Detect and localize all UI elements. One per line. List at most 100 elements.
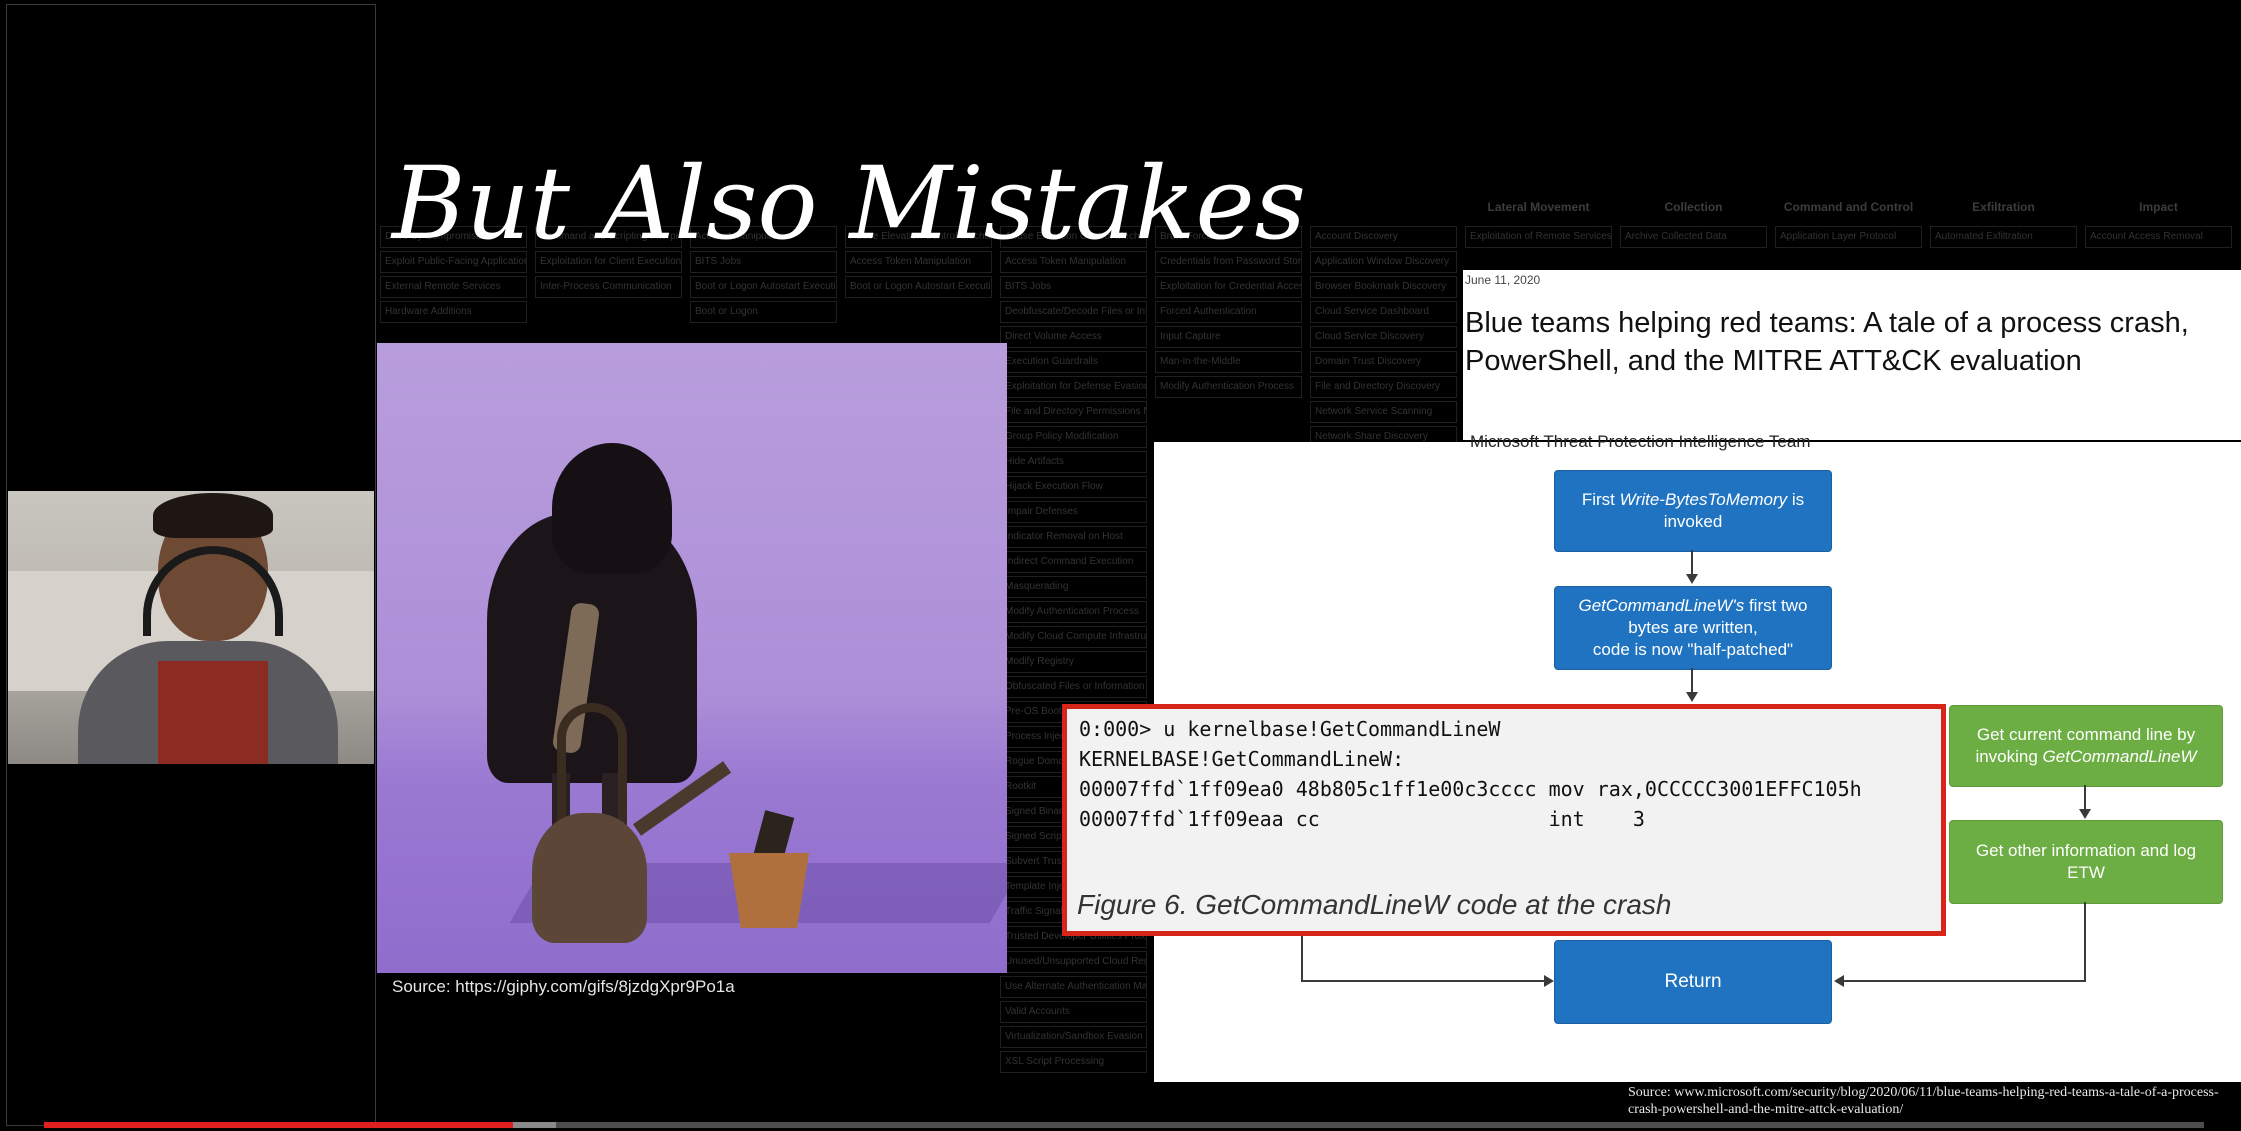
code-line: 00007ffd`1ff09ea0 48b805c1ff1e00c3cccc m… (1079, 777, 1862, 801)
matrix-technique: Impair Defenses (1000, 501, 1147, 523)
matrix-technique: Browser Bookmark Discovery (1310, 276, 1457, 298)
matrix-technique: BITS Jobs (1000, 276, 1147, 298)
matrix-technique: Archive Collected Data (1620, 226, 1767, 248)
matrix-technique: File and Directory Discovery (1310, 376, 1457, 398)
connector (1844, 980, 2086, 982)
flow-text: First (1581, 490, 1620, 509)
matrix-technique: Hijack Execution Flow (1000, 476, 1147, 498)
watering-can (532, 813, 647, 943)
figure-caption: Figure 6. GetCommandLineW code at the cr… (1077, 889, 1672, 920)
matrix-technique: Modify Cloud Compute Infrastructure (1000, 626, 1147, 648)
matrix-technique: Application Layer Protocol (1775, 226, 1922, 248)
matrix-technique: Modify Authentication Process (1155, 376, 1302, 398)
presenter-hair (153, 493, 273, 538)
connector (2084, 902, 2086, 982)
matrix-technique: Hardware Additions (380, 301, 527, 323)
flower-pot (729, 853, 809, 928)
reaper-watering-gif (377, 343, 1007, 973)
matrix-column: Lateral Movement Exploitation of Remote S… (1465, 200, 1612, 251)
blog-header-card: June 11, 2020 Blue teams helping red tea… (1463, 270, 2241, 440)
matrix-column: Collection Archive Collected Data (1620, 200, 1767, 251)
blog-title: Blue teams helping red teams: A tale of … (1465, 307, 2189, 377)
matrix-technique: Network Service Scanning (1310, 401, 1457, 423)
matrix-technique: Account Discovery (1310, 226, 1457, 248)
matrix-technique: Forced Authentication (1155, 301, 1302, 323)
matrix-technique: Exploitation for Defense Evasion (1000, 376, 1147, 398)
arrow (1686, 574, 1698, 584)
flow-step-log-etw: Get other information and log ETW (1949, 820, 2223, 904)
matrix-technique: Group Policy Modification (1000, 426, 1147, 448)
matrix-technique: Boot or Logon (690, 301, 837, 323)
slide-title: But Also Mistakes (392, 145, 1306, 262)
blog-source-caption: Source: www.microsoft.com/security/blog/… (1628, 1085, 2219, 1117)
matrix-technique: Modify Authentication Process (1000, 601, 1147, 623)
presenter-shirt (158, 661, 268, 764)
matrix-column: Exfiltration Automated Exfiltration (1930, 200, 2077, 251)
matrix-technique: Virtualization/Sandbox Evasion (1000, 1026, 1147, 1048)
code-line: KERNELBASE!GetCommandLineW: (1079, 747, 1405, 771)
connector (2084, 785, 2086, 811)
flow-step-get-command-line: Get current command line by invoking Get… (1949, 705, 2223, 787)
video-played-bar (44, 1122, 513, 1128)
code-line: 0:000> u kernelbase!GetCommandLineW (1079, 717, 1501, 741)
matrix-technique: Unused/Unsupported Cloud Regions (1000, 951, 1147, 973)
presenter-webcam (8, 491, 374, 764)
matrix-column: Impact Account Access Removal (2085, 200, 2232, 251)
arrow (2079, 809, 2091, 819)
matrix-column-header: Impact (2139, 200, 2178, 214)
crash-code-figure: 0:000> u kernelbase!GetCommandLineW KERN… (1062, 704, 1946, 936)
matrix-technique: File and Directory Permissions Modificat… (1000, 401, 1147, 423)
matrix-column: Command and Control Application Layer Pro… (1775, 200, 1922, 251)
matrix-column-header: Command and Control (1783, 200, 1914, 214)
flow-step-half-patched: GetCommandLineW's first two bytes are wr… (1554, 586, 1832, 670)
matrix-technique: Direct Volume Access (1000, 326, 1147, 348)
matrix-technique: Automated Exfiltration (1930, 226, 2077, 248)
matrix-technique: Domain Trust Discovery (1310, 351, 1457, 373)
matrix-technique: External Remote Services (380, 276, 527, 298)
flow-text-em: GetCommandLineW (2042, 747, 2197, 766)
matrix-column: Abuse Elevation Control MechanismAccess … (1000, 200, 1147, 1076)
matrix-technique: Valid Accounts (1000, 1001, 1147, 1023)
matrix-technique: Boot or Logon Autostart Execution (690, 276, 837, 298)
arrow (1834, 975, 1844, 987)
flow-text: code is now "half-patched" (1592, 640, 1794, 659)
flow-text: Get other information and log ETW (1975, 841, 2197, 882)
matrix-technique: Boot or Logon Autostart Execution (845, 276, 992, 298)
matrix-technique: Masquerading (1000, 576, 1147, 598)
matrix-technique: Exploitation of Remote Services (1465, 226, 1612, 248)
flow-text-em: GetCommandLineW's (1578, 596, 1745, 615)
matrix-column-header: Exfiltration (1972, 200, 2035, 214)
matrix-technique: Inter-Process Communication (535, 276, 682, 298)
reaper-hood (552, 443, 672, 573)
matrix-technique: XSL Script Processing (1000, 1051, 1147, 1073)
matrix-technique: Account Access Removal (2085, 226, 2232, 248)
matrix-technique: Obfuscated Files or Information (1000, 676, 1147, 698)
matrix-technique: Modify Registry (1000, 651, 1147, 673)
matrix-technique: Man-in-the-Middle (1155, 351, 1302, 373)
blog-date: June 11, 2020 (1465, 273, 1541, 287)
code-line: 00007ffd`1ff09eaa cc int 3 (1079, 807, 1645, 831)
matrix-column-header (1310, 200, 1457, 226)
matrix-column-header: Collection (1664, 200, 1723, 214)
matrix-technique: Input Capture (1155, 326, 1302, 348)
matrix-technique: Indicator Removal on Host (1000, 526, 1147, 548)
connector (1301, 980, 1546, 982)
matrix-column-header: Lateral Movement (1487, 200, 1590, 214)
matrix-technique: Cloud Service Discovery (1310, 326, 1457, 348)
connector (1691, 550, 1693, 576)
matrix-technique: Cloud Service Dashboard (1310, 301, 1457, 323)
video-progress-bar[interactable] (44, 1122, 2204, 1128)
matrix-technique: Indirect Command Execution (1000, 551, 1147, 573)
flow-step-write-bytes: First Write-BytesToMemory is invoked (1554, 470, 1832, 552)
connector (1691, 668, 1693, 694)
matrix-technique: Execution Guardrails (1000, 351, 1147, 373)
matrix-technique: Exploitation for Credential Access (1155, 276, 1302, 298)
matrix-technique: Application Window Discovery (1310, 251, 1457, 273)
matrix-technique: Use Alternate Authentication Material (1000, 976, 1147, 998)
flow-text-em: Write-BytesToMemory (1619, 490, 1788, 509)
matrix-technique: Deobfuscate/Decode Files or Information (1000, 301, 1147, 323)
arrow (1686, 692, 1698, 702)
blog-author: Microsoft Threat Protection Intelligence… (1470, 432, 1811, 451)
gif-source-caption: Source: https://giphy.com/gifs/8jzdgXpr9… (392, 977, 735, 996)
matrix-technique: Hide Artifacts (1000, 451, 1147, 473)
